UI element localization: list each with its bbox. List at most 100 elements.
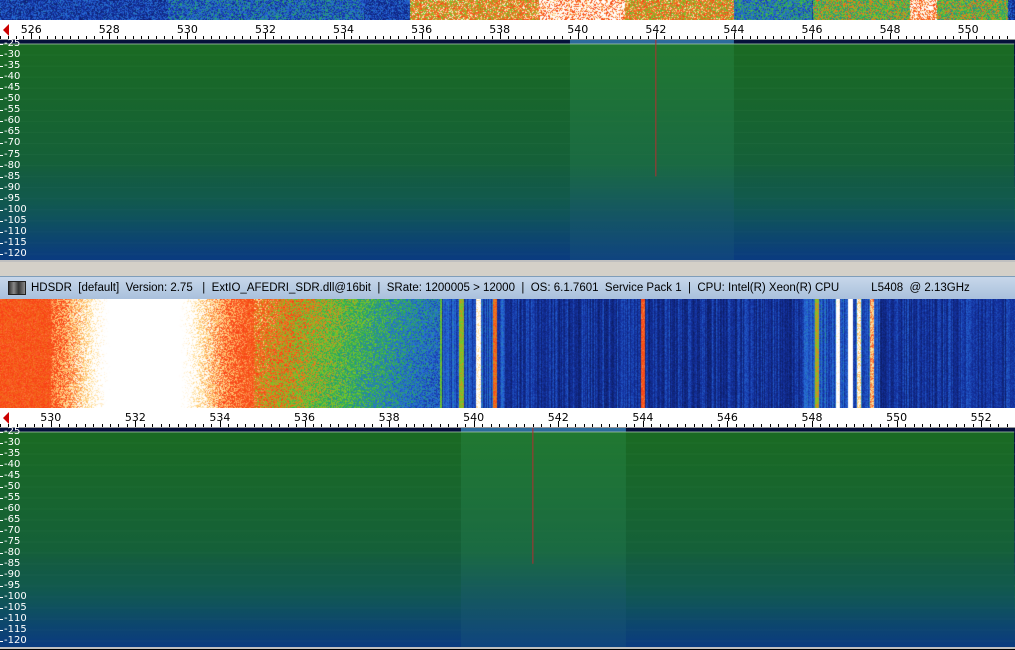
frequency-tick [523, 36, 525, 39]
frequency-tick [101, 36, 103, 39]
frequency-tick [452, 36, 454, 39]
frequency-tick [320, 36, 322, 39]
window-title-bar[interactable]: HDSDR [default] Version: 2.75 | ExtIO_AF… [0, 276, 1015, 299]
frequency-tick [390, 36, 392, 39]
frequency-tick [448, 424, 450, 427]
db-label: -90 [4, 569, 21, 580]
frequency-tick [389, 421, 391, 427]
db-label: -45 [4, 470, 21, 481]
top-spectrum-display[interactable]: -25 -30 -35 -40 -45 -50 -55 -60 -65 -70 -75 -80 -85-… [0, 39, 1015, 260]
bottom-spectrum-plot[interactable] [0, 428, 1015, 647]
frequency-tick [851, 36, 853, 39]
frequency-tick [287, 424, 289, 427]
db-label: -85 [4, 170, 21, 182]
frequency-tick [382, 36, 384, 39]
frequency-tick [468, 36, 470, 39]
bottom-frequency-axis[interactable]: 530 532 534 536 538 540 542 544 546 548 550 552 [0, 408, 1015, 428]
frequency-tick [648, 36, 650, 39]
frequency-tick [109, 33, 111, 39]
frequency-tick [398, 36, 400, 39]
frequency-tick [788, 36, 790, 39]
frequency-tick [952, 36, 954, 39]
frequency-tick [456, 424, 458, 427]
frequency-tick [160, 424, 162, 427]
db-label: -60 [4, 503, 21, 514]
frequency-tick [219, 421, 221, 427]
hdsdr-app-icon[interactable] [8, 281, 26, 295]
frequency-tick [335, 36, 337, 39]
frequency-tick [439, 424, 441, 427]
frequency-tick [710, 424, 712, 427]
bottom-waterfall[interactable] [0, 299, 1015, 408]
db-mark [0, 586, 3, 587]
scroll-left-arrow-icon[interactable] [3, 24, 9, 36]
top-waterfall[interactable] [0, 0, 1015, 20]
frequency-tick [304, 421, 306, 427]
bottom-spectrum-display[interactable]: -25 -30 -35 -40 -45 -50 -55 -60 -65 -70 -75 -80 -85-… [0, 426, 1015, 647]
db-mark [0, 220, 3, 222]
frequency-tick [236, 424, 238, 427]
frequency-tick [778, 424, 780, 427]
frequency-tick [70, 36, 72, 39]
frequency-tick [42, 424, 44, 427]
db-label: -65 [4, 126, 21, 138]
db-mark [0, 187, 3, 189]
frequency-tick [117, 36, 119, 39]
db-mark [0, 553, 3, 554]
frequency-tick [195, 36, 197, 39]
frequency-tick [989, 424, 991, 427]
frequency-tick [482, 424, 484, 427]
scroll-left-arrow-icon[interactable] [3, 412, 9, 424]
frequency-tick [270, 424, 272, 427]
frequency-tick [476, 36, 478, 39]
frequency-tick [820, 424, 822, 427]
db-mark [0, 242, 3, 244]
frequency-tick [473, 421, 475, 427]
frequency-tick [226, 36, 228, 39]
frequency-tick [343, 33, 345, 39]
frequency-tick [761, 424, 763, 427]
db-mark [0, 619, 3, 620]
frequency-tick [218, 36, 220, 39]
frequency-tick [366, 36, 368, 39]
db-mark [0, 44, 3, 45]
db-label: -80 [4, 159, 21, 171]
frequency-tick [0, 36, 1, 39]
frequency-tick [874, 36, 876, 39]
frequency-tick [835, 36, 837, 39]
db-mark [0, 443, 3, 444]
frequency-tick [938, 424, 940, 427]
frequency-tick [515, 424, 517, 427]
frequency-tick [413, 36, 415, 39]
top-spectrum-plot[interactable] [0, 40, 1015, 260]
db-mark [0, 209, 3, 211]
frequency-tick [538, 36, 540, 39]
frequency-tick [609, 36, 610, 39]
db-label: -65 [4, 514, 21, 525]
frequency-tick [327, 36, 329, 39]
db-label: -115 [4, 624, 27, 635]
frequency-tick [569, 36, 571, 39]
db-label: -30 [4, 437, 21, 448]
frequency-tick [62, 36, 64, 39]
frequency-tick [33, 424, 35, 427]
frequency-tick [397, 424, 399, 427]
frequency-tick [905, 36, 907, 39]
frequency-tick [694, 36, 696, 39]
frequency-tick [67, 424, 69, 427]
frequency-tick [710, 36, 712, 39]
frequency-tick [757, 36, 759, 39]
db-mark [0, 88, 3, 90]
frequency-tick [554, 36, 556, 39]
frequency-tick [769, 424, 771, 427]
frequency-tick [812, 421, 813, 427]
db-label: -25 [4, 426, 21, 437]
window-title: HDSDR [default] Version: 2.75 | ExtIO_AF… [31, 282, 970, 294]
db-mark [0, 55, 3, 57]
frequency-tick [968, 33, 970, 39]
db-mark [0, 542, 3, 543]
top-frequency-axis[interactable]: 526 528 530 532 534 536 538 540 542 544 546 548 550 [0, 20, 1015, 40]
frequency-tick [296, 36, 298, 39]
frequency-tick [187, 33, 189, 39]
db-mark [0, 465, 3, 466]
